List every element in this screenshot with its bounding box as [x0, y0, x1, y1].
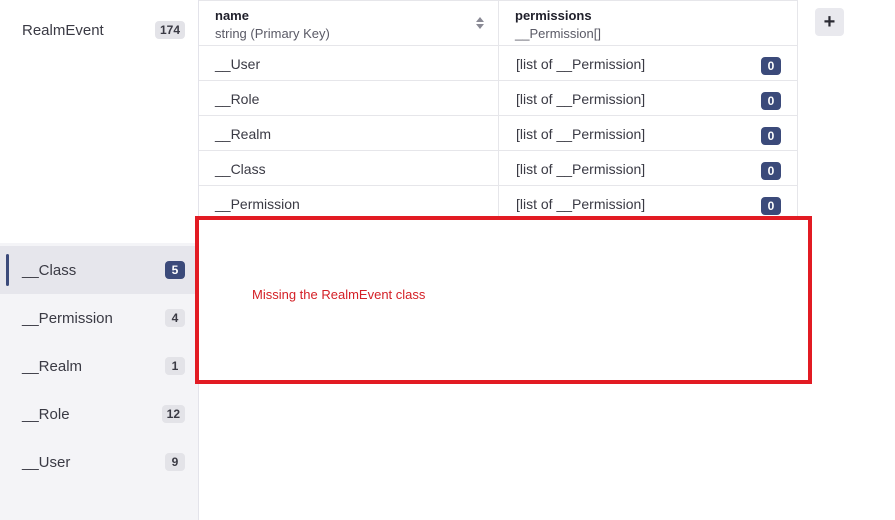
list-link[interactable]: [list of __Permission] [516, 126, 645, 142]
permissions-cell[interactable]: [list of __Permission] 0 [499, 116, 798, 150]
sidebar-item-label: __Permission [22, 309, 113, 327]
count-badge: 0 [761, 197, 781, 215]
name-cell[interactable]: __Permission [199, 186, 499, 220]
list-link[interactable]: [list of __Permission] [516, 91, 645, 107]
sidebar-item-label: __Role [22, 405, 70, 423]
sidebar-item-realm[interactable]: __Realm 1 [0, 342, 198, 390]
sidebar-item-class[interactable]: __Class 5 [0, 246, 198, 294]
sidebar-item-label: __Class [22, 261, 77, 279]
add-column-button[interactable]: + [815, 8, 844, 36]
table-row[interactable]: __Role [list of __Permission] 0 [199, 81, 798, 116]
name-cell[interactable]: __Role [199, 81, 499, 115]
count-badge: 0 [761, 92, 781, 110]
permissions-cell[interactable]: [list of __Permission] 0 [499, 46, 798, 80]
column-name: name [215, 8, 249, 23]
sidebar-item-realmevent[interactable]: RealmEvent 174 [0, 6, 198, 54]
permissions-cell[interactable]: [list of __Permission] 0 [499, 186, 798, 220]
table-header: name string (Primary Key) permissions __… [199, 0, 798, 46]
class-sidebar: RealmEvent 174 __Class 5 __Permission 4 … [0, 0, 199, 520]
permissions-cell[interactable]: [list of __Permission] 0 [499, 81, 798, 115]
count-badge: 9 [165, 453, 185, 471]
sort-icon[interactable] [476, 17, 484, 29]
count-badge: 4 [165, 309, 185, 327]
sidebar-item-label: __Realm [22, 357, 83, 375]
sidebar-item-user[interactable]: __User 9 [0, 438, 198, 486]
sidebar-item-role[interactable]: __Role 12 [0, 390, 198, 438]
sidebar-item-label: __User [22, 453, 71, 471]
selected-indicator [6, 254, 9, 286]
name-cell[interactable]: __Class [199, 151, 499, 185]
column-header-permissions[interactable]: permissions __Permission[] [499, 1, 798, 46]
list-link[interactable]: [list of __Permission] [516, 161, 645, 177]
count-badge: 5 [165, 261, 185, 279]
app-root: RealmEvent 174 __Class 5 __Permission 4 … [0, 0, 895, 520]
count-badge: 1 [165, 357, 185, 375]
table-row[interactable]: __Realm [list of __Permission] 0 [199, 116, 798, 151]
list-link[interactable]: [list of __Permission] [516, 196, 645, 212]
count-badge: 174 [154, 21, 185, 39]
column-name: permissions [515, 8, 592, 23]
annotation-text: Missing the RealmEvent class [252, 287, 426, 302]
sidebar-item-label: RealmEvent [22, 21, 104, 39]
table-row[interactable]: __User [list of __Permission] 0 [199, 46, 798, 81]
count-badge: 0 [761, 57, 781, 75]
table-row[interactable]: __Class [list of __Permission] 0 [199, 151, 798, 186]
name-cell[interactable]: __User [199, 46, 499, 80]
column-type: string (Primary Key) [215, 26, 330, 41]
column-header-name[interactable]: name string (Primary Key) [199, 1, 499, 46]
sidebar-item-permission[interactable]: __Permission 4 [0, 294, 198, 342]
permissions-cell[interactable]: [list of __Permission] 0 [499, 151, 798, 185]
count-badge: 12 [161, 405, 185, 423]
list-link[interactable]: [list of __Permission] [516, 56, 645, 72]
name-cell[interactable]: __Realm [199, 116, 499, 150]
count-badge: 0 [761, 162, 781, 180]
column-type: __Permission[] [515, 26, 601, 41]
count-badge: 0 [761, 127, 781, 145]
